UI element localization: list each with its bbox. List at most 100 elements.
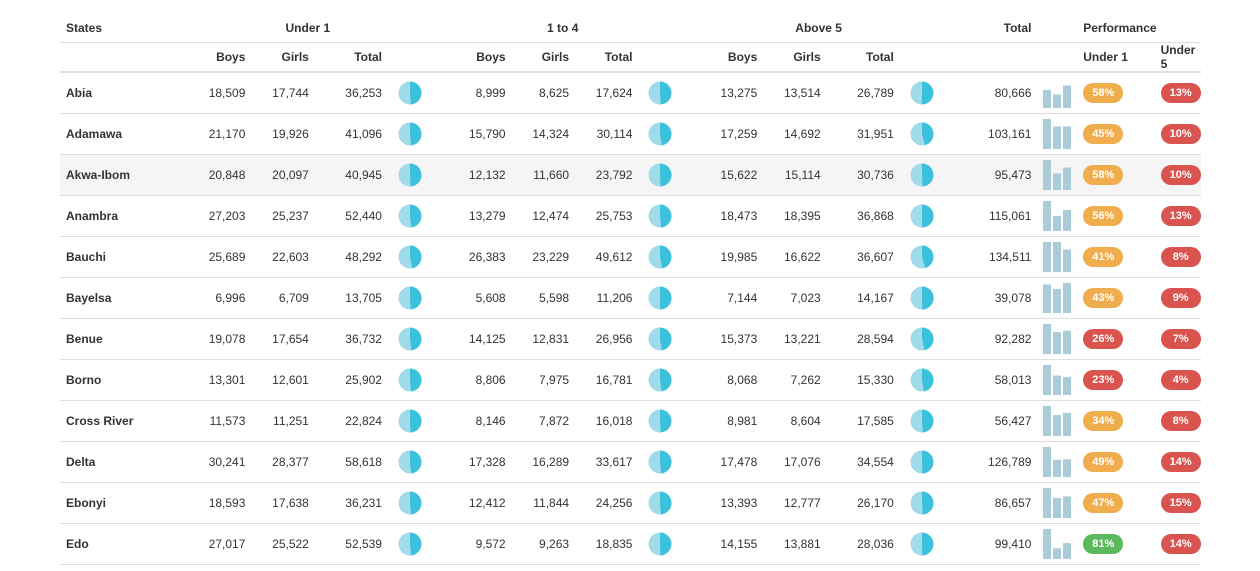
table-row[interactable]: Borno 13,301 12,601 25,902 8,806 7,975 16,781 8…	[60, 359, 1201, 401]
perf-under1-badge: 56%	[1083, 206, 1124, 226]
under1-girls: 25,237	[251, 195, 315, 237]
grand-total: 86,657	[949, 482, 1038, 524]
pie-girls-slice	[660, 163, 673, 187]
gender-pie-icon	[648, 450, 673, 474]
age-group-bar-icon	[1043, 283, 1072, 313]
age-group-bar	[1043, 201, 1052, 231]
gender-pie-icon	[398, 368, 422, 392]
perf-under1-badge: 43%	[1083, 288, 1124, 308]
table-row[interactable]: Ebonyi 18,593 17,638 36,231 12,412 11,844 24,2…	[60, 482, 1201, 524]
table-row[interactable]: Cross River 11,573 11,251 22,824 8,146 7,872 1…	[60, 400, 1201, 442]
above5-boys: 19,985	[687, 236, 764, 278]
gender-pie-icon	[648, 409, 672, 433]
pie-girls-slice	[409, 245, 422, 269]
above5-boys: 13,275	[687, 72, 764, 114]
under1-girls: 6,709	[251, 277, 315, 319]
age-group-bar-icon	[1043, 406, 1072, 436]
1to4-girls: 16,289	[511, 441, 576, 483]
age-group-bar	[1053, 173, 1062, 190]
under1-boys: 20,848	[178, 154, 252, 196]
table-row[interactable]: Adamawa 21,170 19,926 41,096 15,790 14,324 30,…	[60, 113, 1201, 155]
above5-total: 14,167	[826, 277, 900, 319]
gender-pie-icon	[910, 81, 934, 105]
pie-girls-slice	[409, 81, 422, 105]
1to4-boys: 12,412	[437, 482, 512, 524]
state-name: Adamawa	[60, 113, 179, 155]
1to4-total: 24,256	[575, 482, 639, 524]
header-under1-boys: Boys	[178, 42, 252, 73]
above5-girls: 18,395	[763, 195, 827, 237]
grand-total: 39,078	[949, 277, 1038, 319]
table-row[interactable]: Abia 18,509 17,744 36,253 8,999 8,625 17,624 13…	[60, 72, 1201, 114]
above5-boys: 15,373	[687, 318, 764, 360]
gender-pie-icon	[910, 122, 934, 146]
age-group-bar	[1053, 126, 1062, 149]
grand-total: 56,427	[949, 400, 1038, 442]
table-body: Abia 18,509 17,744 36,253 8,999 8,625 17,624 13…	[60, 72, 1201, 565]
table-row[interactable]: Edo 27,017 25,522 52,539 9,572 9,263 18,835 14,…	[60, 523, 1201, 565]
under1-girls: 17,744	[251, 72, 315, 114]
gender-pie-icon	[910, 204, 934, 228]
table-row[interactable]: Akwa-Ibom 20,848 20,097 40,945 12,132 11,660 2…	[60, 154, 1201, 196]
above5-girls: 15,114	[763, 154, 827, 196]
1to4-girls: 9,263	[511, 523, 576, 565]
age-group-bar-icon	[1043, 201, 1072, 231]
above5-girls: 16,622	[763, 236, 827, 278]
above5-girls: 7,023	[763, 277, 827, 319]
header-perf-under1: Under 1	[1077, 42, 1155, 73]
1to4-girls: 23,229	[511, 236, 576, 278]
under1-girls: 20,097	[251, 154, 315, 196]
under1-total: 41,096	[314, 113, 388, 155]
age-group-bar	[1043, 119, 1052, 149]
state-name: Cross River	[60, 400, 179, 442]
under1-boys: 25,689	[178, 236, 252, 278]
above5-boys: 7,144	[687, 277, 764, 319]
gender-pie-icon	[398, 122, 422, 146]
header-under1-group: Under 1	[178, 14, 438, 43]
gender-pie-icon	[910, 245, 934, 269]
under1-total: 52,440	[314, 195, 388, 237]
under1-boys: 11,573	[178, 400, 252, 442]
under1-boys: 18,509	[178, 72, 252, 114]
gender-pie-icon	[398, 163, 422, 187]
perf-under5-badge: 15%	[1160, 493, 1201, 513]
under1-boys: 27,203	[178, 195, 252, 237]
pie-girls-slice	[409, 122, 422, 146]
pie-girls-slice	[660, 409, 672, 433]
above5-boys: 13,393	[687, 482, 764, 524]
gender-pie-icon	[398, 81, 422, 105]
above5-girls: 13,514	[763, 72, 827, 114]
table-row[interactable]: Delta 30,241 28,377 58,618 17,328 16,289 33,61…	[60, 441, 1201, 483]
under1-girls: 12,601	[251, 359, 315, 401]
age-group-bar-icon	[1043, 242, 1072, 272]
gender-pie-icon	[398, 204, 422, 228]
1to4-total: 16,781	[575, 359, 639, 401]
under1-girls: 22,603	[251, 236, 315, 278]
above5-boys: 17,478	[687, 441, 764, 483]
gender-pie-icon	[648, 122, 673, 146]
above5-total: 26,789	[826, 72, 900, 114]
age-group-bar-icon	[1043, 529, 1072, 559]
pie-girls-slice	[660, 491, 673, 515]
gender-pie-icon	[648, 491, 673, 515]
pie-girls-slice	[409, 450, 422, 474]
above5-total: 28,036	[826, 523, 900, 565]
1to4-boys: 5,608	[437, 277, 512, 319]
header-perf-under5: Under 5	[1154, 42, 1201, 73]
gender-pie-icon	[398, 450, 422, 474]
pie-girls-slice	[409, 491, 422, 515]
age-group-bar	[1063, 126, 1072, 149]
under1-boys: 30,241	[178, 441, 252, 483]
header-above5-group: Above 5	[687, 14, 950, 43]
1to4-girls: 14,324	[511, 113, 576, 155]
state-name: Borno	[60, 359, 179, 401]
table-row[interactable]: Benue 19,078 17,654 36,732 14,125 12,831 26,95…	[60, 318, 1201, 360]
table-row[interactable]: Bayelsa 6,996 6,709 13,705 5,608 5,598 11,206 7…	[60, 277, 1201, 319]
table-row[interactable]: Anambra 27,203 25,237 52,440 13,279 12,474 25,…	[60, 195, 1201, 237]
1to4-boys: 17,328	[437, 441, 512, 483]
perf-under1-badge: 34%	[1083, 411, 1124, 431]
age-group-bar	[1043, 90, 1052, 108]
gender-pie-icon	[910, 163, 934, 187]
table-row[interactable]: Bauchi 25,689 22,603 48,292 26,383 23,229 49,6…	[60, 236, 1201, 278]
perf-under1-badge: 26%	[1083, 329, 1124, 349]
